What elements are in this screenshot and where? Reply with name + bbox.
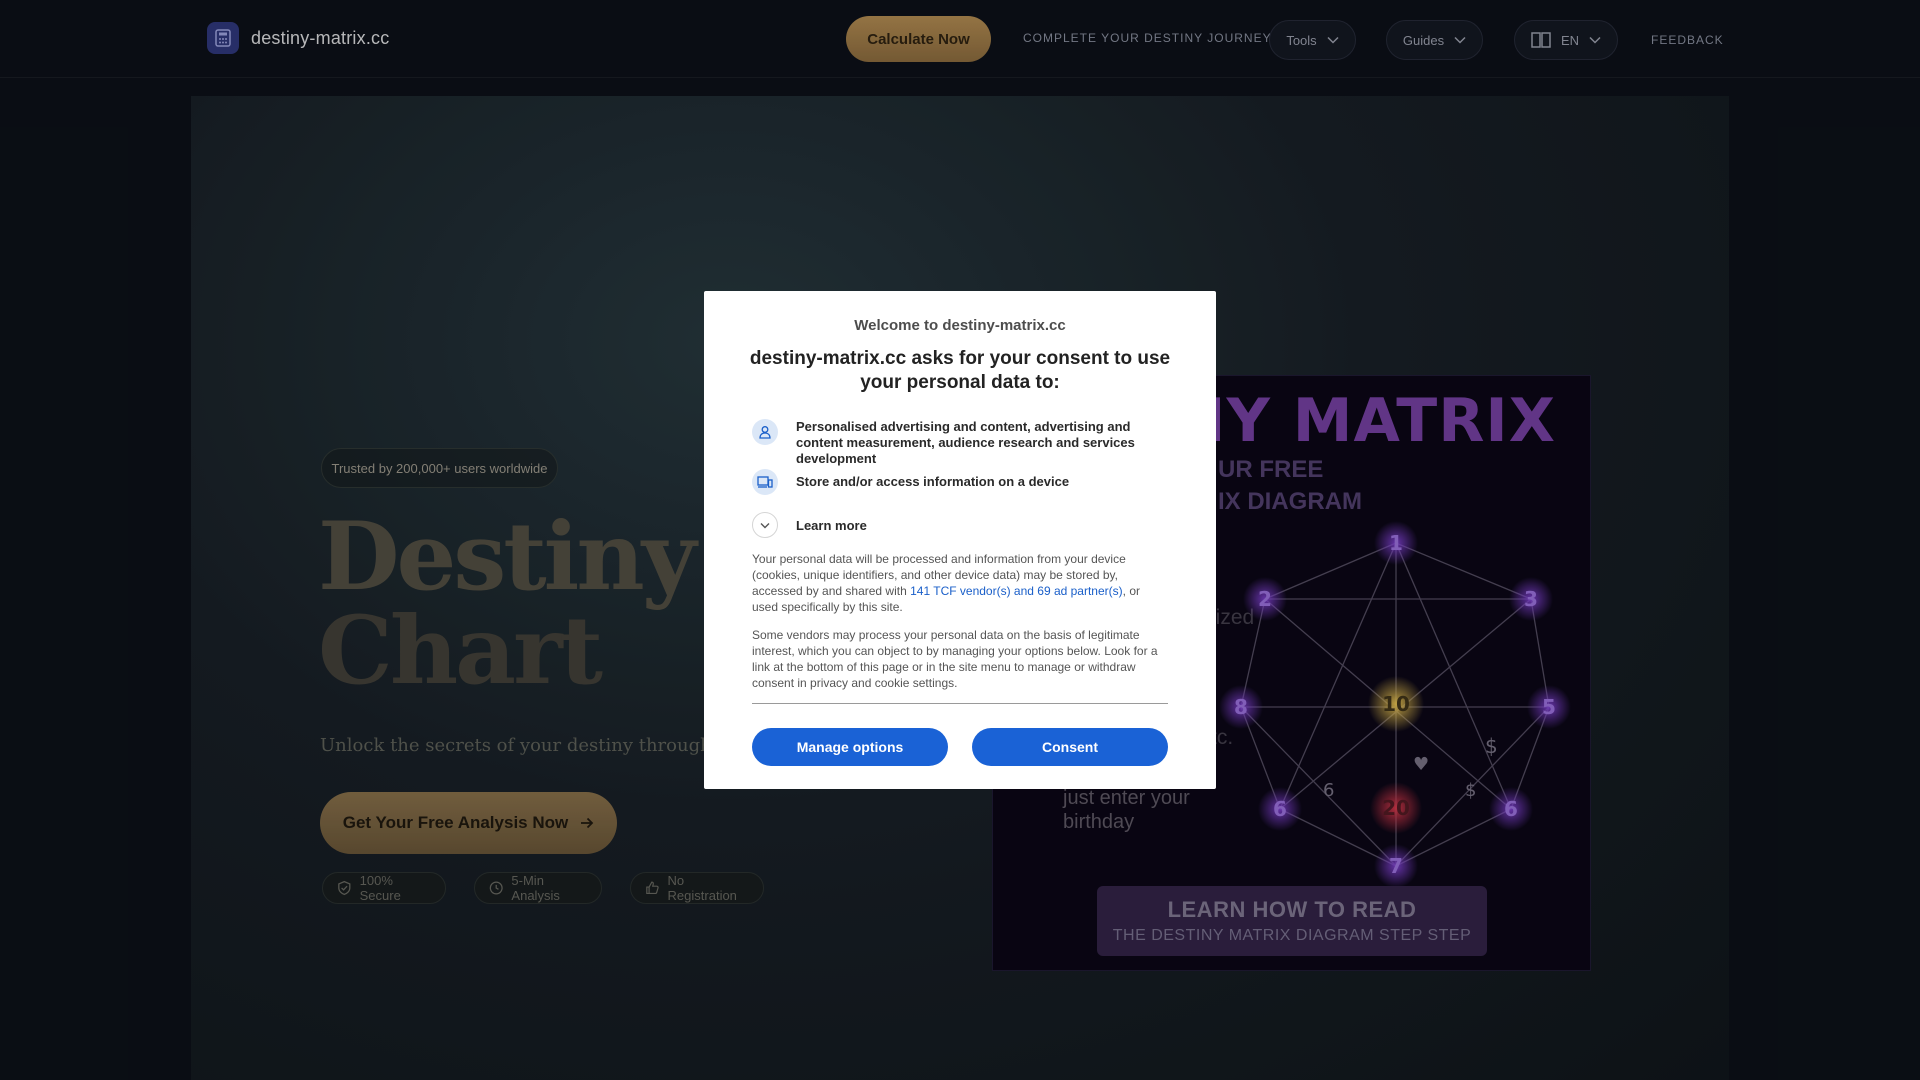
consent-purpose-advertising: Personalised advertising and content, ad… — [752, 419, 1176, 467]
devices-icon — [752, 469, 778, 495]
consent-purpose-device-storage: Store and/or access information on a dev… — [752, 469, 1176, 495]
consent-data-paragraph: Your personal data will be processed and… — [752, 551, 1168, 615]
vendors-link[interactable]: 141 TCF vendor(s) and 69 ad partner(s) — [910, 584, 1123, 598]
consent-welcome-text: Welcome to destiny-matrix.cc — [854, 317, 1066, 334]
consent-legitimate-interest-paragraph: Some vendors may process your personal d… — [752, 628, 1158, 690]
purpose-device-storage-text: Store and/or access information on a dev… — [796, 474, 1070, 489]
learn-more-label: Learn more — [796, 517, 867, 533]
consent-button[interactable]: Consent — [972, 728, 1168, 766]
consent-divider — [752, 703, 1168, 704]
learn-more-toggle[interactable]: Learn more — [752, 512, 867, 538]
manage-options-button[interactable]: Manage options — [752, 728, 948, 766]
consent-dialog: Welcome to destiny-matrix.cc destiny-mat… — [704, 291, 1216, 789]
purpose-advertising-text: Personalised advertising and content, ad… — [796, 419, 1135, 466]
person-icon — [752, 419, 778, 445]
chevron-down-icon — [752, 512, 778, 538]
consent-heading: destiny-matrix.cc asks for your consent … — [749, 348, 1171, 393]
